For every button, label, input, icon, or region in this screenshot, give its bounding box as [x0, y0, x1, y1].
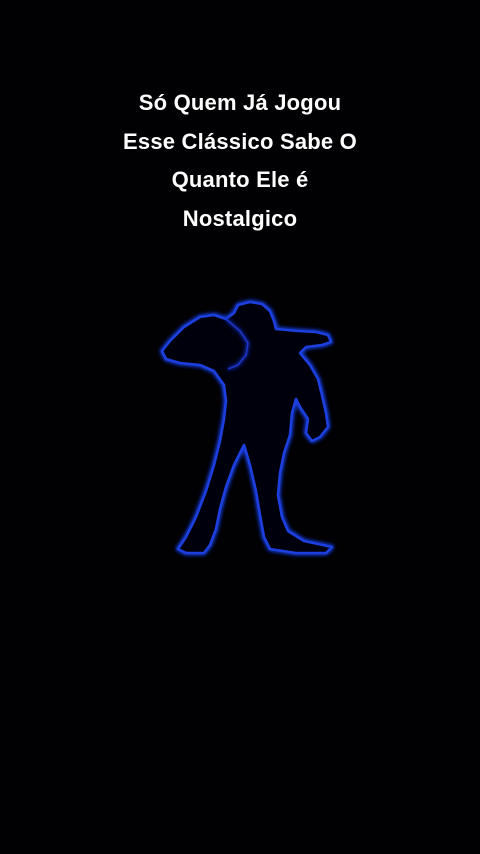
- caption-line-4: Nostalgico: [182, 205, 298, 231]
- caption-line-3: Quanto Ele é: [171, 167, 309, 192]
- caption-text: Só Quem Já Jogou Esse Clássico Sabe O Qu…: [40, 84, 440, 238]
- fighter-silhouette-icon: [150, 295, 340, 565]
- caption-line-2: Esse Clássico Sabe O: [123, 128, 357, 154]
- video-frame: Só Quem Já Jogou Esse Clássico Sabe O Qu…: [0, 0, 480, 854]
- caption-line-1: Só Quem Já Jogou: [138, 90, 342, 115]
- fighter-outline: [160, 300, 334, 555]
